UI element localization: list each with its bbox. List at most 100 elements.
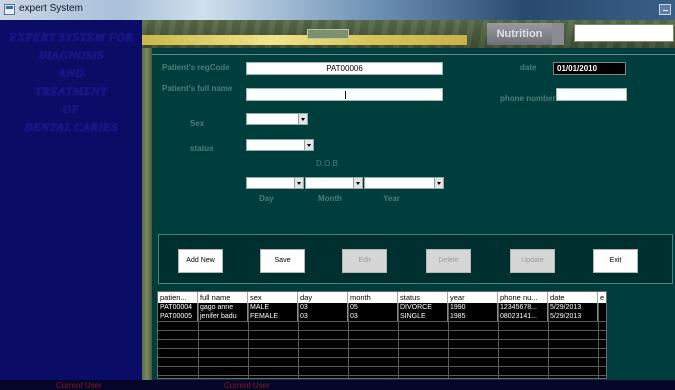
update-button[interactable]: Update xyxy=(510,249,555,273)
table-cell: MALE xyxy=(248,303,298,312)
heading-line: DENTAL CARIES xyxy=(24,120,118,134)
grid-line xyxy=(158,375,606,376)
table-row[interactable]: PAT00004 gago anne MALE 03 05 DIVORCE 19… xyxy=(158,303,606,312)
edit-button[interactable]: Edit xyxy=(342,249,387,273)
chevron-down-icon[interactable] xyxy=(353,178,362,188)
dob-label: D.O.B xyxy=(316,159,338,168)
table-cell: 12345678... xyxy=(498,303,548,312)
minimize-button[interactable] xyxy=(659,4,671,15)
divider xyxy=(152,54,675,55)
table-cell: gago anne xyxy=(198,303,248,312)
date-field[interactable]: 01/01/2010 xyxy=(553,62,626,75)
patients-table[interactable]: patien... full name sex day month status… xyxy=(157,291,607,379)
chevron-down-icon[interactable] xyxy=(298,114,307,124)
table-cell: SINGLE xyxy=(398,312,448,321)
table-cell: jenifer badu xyxy=(198,312,248,321)
sidebar: EXPERT SYSTEM FOR DIAGNOSIS AND TREATMEN… xyxy=(0,20,142,380)
table-cell: FEMALE xyxy=(248,312,298,321)
add-new-button[interactable]: Add New xyxy=(178,249,223,273)
grid-line xyxy=(158,366,606,367)
date-label: date xyxy=(520,63,537,72)
column-header[interactable]: status xyxy=(398,292,448,303)
app-heading: EXPERT SYSTEM FOR DIAGNOSIS AND TREATMEN… xyxy=(0,28,142,136)
table-cell xyxy=(598,303,606,312)
chevron-down-icon[interactable] xyxy=(304,140,313,150)
banner-field[interactable] xyxy=(574,24,674,42)
banner-tab[interactable] xyxy=(307,29,349,39)
column-header[interactable]: month xyxy=(348,292,398,303)
grid-line xyxy=(158,330,606,331)
table-row[interactable]: PAT00005 jenifer badu FEMALE 03 03 SINGL… xyxy=(158,312,606,321)
table-cell: PAT00005 xyxy=(158,312,198,321)
column-header[interactable]: phone nu... xyxy=(498,292,548,303)
grid-line xyxy=(348,303,349,378)
heading-line: TREATMENT xyxy=(34,84,108,98)
regcode-field[interactable]: PAT00006 xyxy=(246,62,443,75)
patient-form: Patient's regCode PAT00006 date 01/01/20… xyxy=(152,48,675,380)
table-cell: 03 xyxy=(298,312,348,321)
current-user-label: Current User xyxy=(224,381,270,390)
status-select[interactable] xyxy=(246,139,314,151)
grid-line xyxy=(548,303,549,378)
grid-line xyxy=(248,303,249,378)
sex-select[interactable] xyxy=(246,113,308,125)
grid-line xyxy=(158,321,606,322)
phone-label: phone number xyxy=(500,94,556,103)
table-cell: PAT00004 xyxy=(158,303,198,312)
heading-line: DIAGNOSIS xyxy=(38,48,104,62)
exit-button[interactable]: Exit xyxy=(593,249,638,273)
column-header[interactable]: date xyxy=(548,292,598,303)
title-bar: expert System xyxy=(0,0,675,20)
year-label: Year xyxy=(383,194,400,203)
app-window-icon xyxy=(4,4,15,15)
banner-highlight xyxy=(142,35,467,45)
text-cursor xyxy=(345,91,346,99)
heading-line: EXPERT SYSTEM FOR xyxy=(8,30,134,44)
header-banner: Nutrition xyxy=(142,20,675,48)
table-cell: 05 xyxy=(348,303,398,312)
fullname-field[interactable] xyxy=(246,88,443,101)
month-select[interactable] xyxy=(305,177,363,189)
heading-line: OF xyxy=(62,102,80,116)
window-title: expert System xyxy=(19,3,83,14)
grid-line xyxy=(198,303,199,378)
decorative-strip xyxy=(142,48,152,380)
grid-line xyxy=(598,303,599,378)
grid-line xyxy=(398,303,399,378)
regcode-label: Patient's regCode xyxy=(162,63,230,72)
column-header[interactable]: e xyxy=(598,292,606,303)
year-select[interactable] xyxy=(364,177,444,189)
chevron-down-icon[interactable] xyxy=(434,178,443,188)
table-cell: 08023141... xyxy=(498,312,548,321)
table-cell: 03 xyxy=(298,303,348,312)
status-label: status xyxy=(190,144,214,153)
grid-line xyxy=(298,303,299,378)
day-select[interactable] xyxy=(246,177,304,189)
column-header[interactable]: full name xyxy=(198,292,248,303)
status-bar: Current User Current User xyxy=(0,380,675,390)
table-cell: DIVORCE xyxy=(398,303,448,312)
delete-button[interactable]: Delete xyxy=(426,249,471,273)
heading-line: AND xyxy=(58,66,84,80)
grid-line xyxy=(448,303,449,378)
column-header[interactable]: day xyxy=(298,292,348,303)
table-cell: 1990 xyxy=(448,303,498,312)
phone-field[interactable] xyxy=(556,88,627,101)
column-header[interactable]: sex xyxy=(248,292,298,303)
fullname-label: Patient's full name xyxy=(162,84,233,93)
save-button[interactable]: Save xyxy=(260,249,305,273)
chevron-down-icon[interactable] xyxy=(294,178,303,188)
day-label: Day xyxy=(259,194,274,203)
sex-label: Sex xyxy=(190,119,205,128)
nav-arrow-icon[interactable] xyxy=(552,23,564,45)
nutrition-link[interactable]: Nutrition xyxy=(487,23,552,45)
grid-line xyxy=(158,348,606,349)
table-cell: 1985 xyxy=(448,312,498,321)
column-header[interactable]: patien... xyxy=(158,292,198,303)
month-label: Month xyxy=(318,194,342,203)
current-user-label: Current User xyxy=(56,381,102,390)
grid-line xyxy=(158,357,606,358)
column-header[interactable]: year xyxy=(448,292,498,303)
table-cell: 5/29/2013 xyxy=(548,312,598,321)
table-cell xyxy=(598,312,606,321)
